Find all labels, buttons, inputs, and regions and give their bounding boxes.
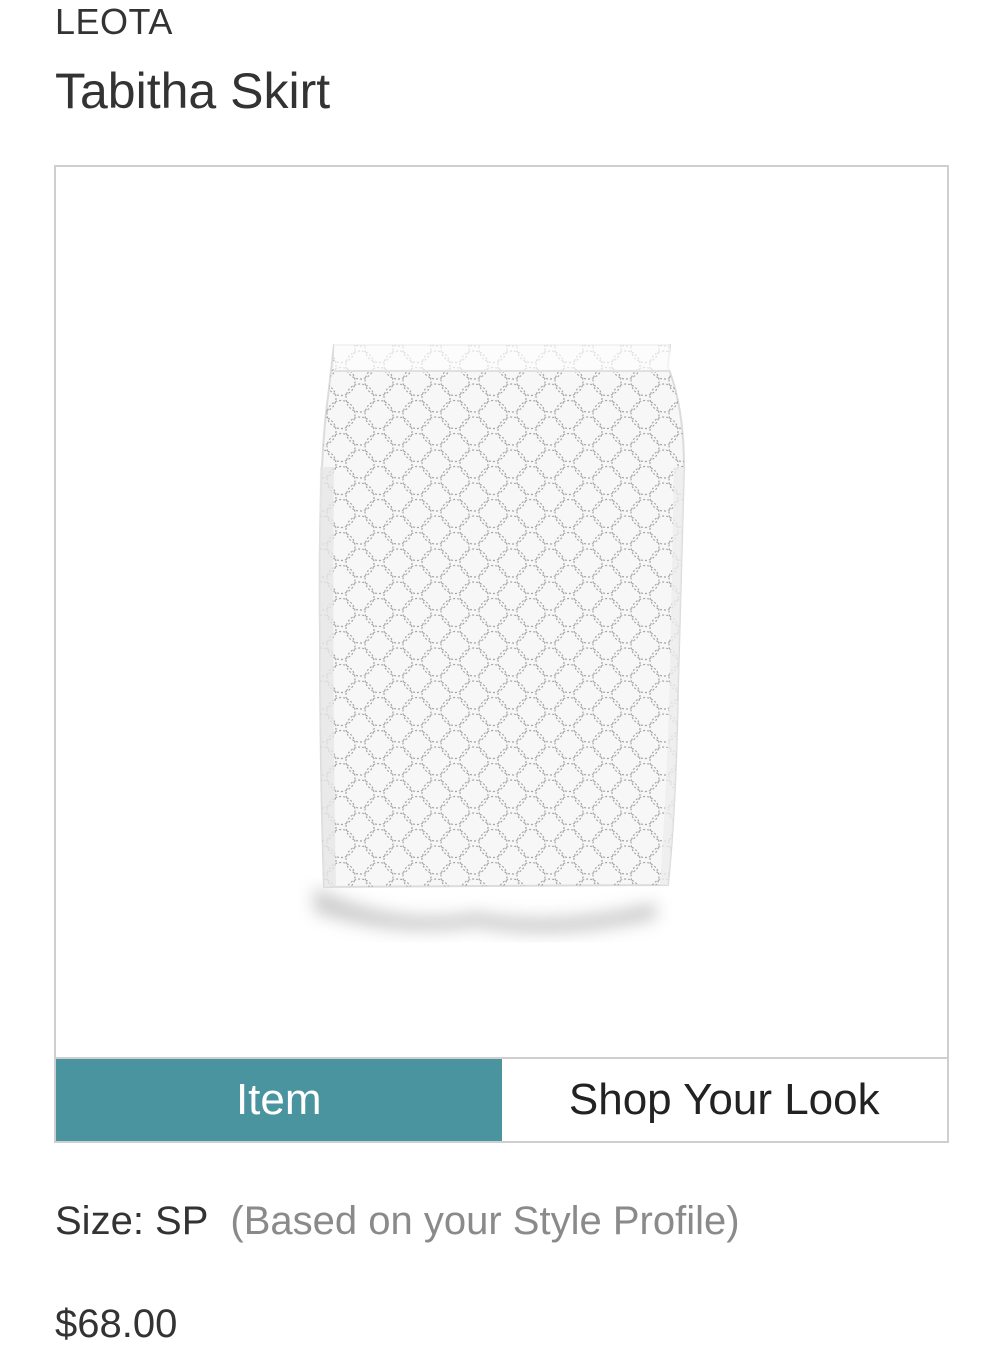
product-image[interactable]: [56, 167, 947, 1057]
tab-shop-your-look[interactable]: Shop Your Look: [501, 1059, 947, 1141]
tab-item[interactable]: Item: [56, 1059, 502, 1141]
brand-name: LEOTA: [55, 1, 173, 42]
view-tabs: Item Shop Your Look: [56, 1057, 947, 1141]
product-price: $68.00: [55, 1302, 178, 1346]
size-label: Size: SP: [55, 1199, 209, 1243]
size-info: Size: SP (Based on your Style Profile): [55, 1197, 740, 1245]
product-card: Item Shop Your Look: [54, 165, 949, 1143]
product-title: Tabitha Skirt: [55, 63, 331, 119]
skirt-illustration: [314, 343, 686, 933]
size-note: (Based on your Style Profile): [230, 1199, 740, 1243]
